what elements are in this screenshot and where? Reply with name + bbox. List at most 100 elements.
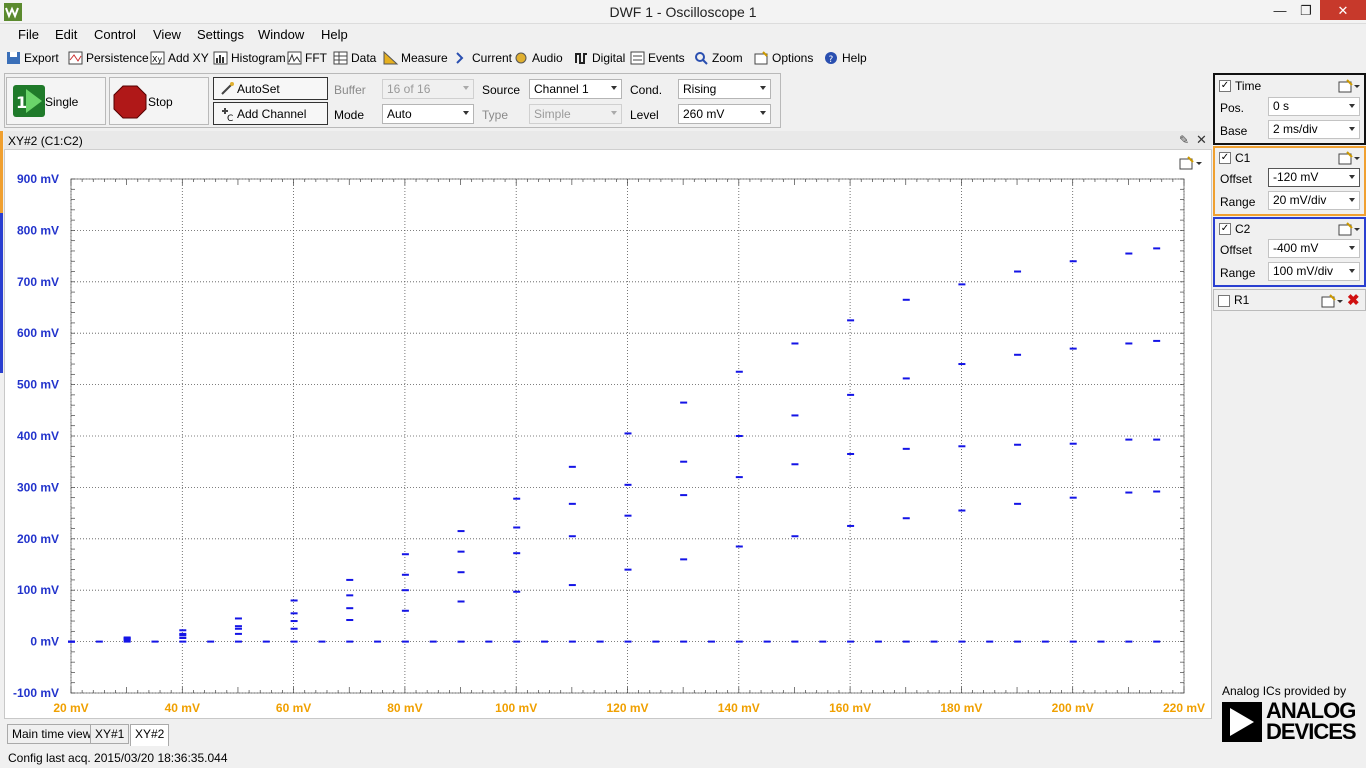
y-tick-label: 400 mV <box>17 429 59 443</box>
y-tick-label: 300 mV <box>17 480 59 494</box>
data-button[interactable]: Data <box>333 51 376 69</box>
minimize-icon[interactable]: — <box>1268 0 1292 22</box>
add-channel-button[interactable]: C Add Channel <box>213 102 328 125</box>
menu-control[interactable]: Control <box>94 27 136 42</box>
add-xy-button[interactable]: Xy Add XY <box>150 51 209 69</box>
histogram-button[interactable]: Histogram <box>213 51 286 69</box>
status-bar: Config last acq. 2015/03/20 18:36:35.044 <box>0 748 1366 768</box>
data-point <box>1014 443 1022 446</box>
remove-icon[interactable]: ✖ <box>1347 291 1360 309</box>
mode-select[interactable]: Auto <box>382 104 474 124</box>
data-point <box>791 640 799 643</box>
menu-window[interactable]: Window <box>258 27 304 42</box>
status-text: Config last acq. 2015/03/20 18:36:35.044 <box>8 751 228 765</box>
time-checkbox[interactable]: ✓ <box>1219 80 1231 92</box>
data-point <box>374 640 382 643</box>
time-base-label: Base <box>1220 124 1248 138</box>
restore-icon[interactable]: ❐ <box>1294 0 1318 22</box>
tab-main-time-view[interactable]: Main time view <box>7 724 97 744</box>
persistence-button[interactable]: Persistence <box>68 51 149 69</box>
close-icon[interactable]: ✕ <box>1196 132 1207 148</box>
c1-offset-label: Offset <box>1220 172 1252 186</box>
r1-checkbox[interactable] <box>1218 295 1230 307</box>
zoom-button[interactable]: Zoom <box>694 51 743 69</box>
help-button[interactable]: ? Help <box>824 51 867 69</box>
options-icon[interactable] <box>1320 293 1346 309</box>
level-input[interactable]: 260 mV <box>678 104 771 124</box>
data-point <box>151 640 159 643</box>
options-icon[interactable] <box>1337 221 1363 237</box>
menu-bar: File Edit Control View Settings Window H… <box>0 24 1366 46</box>
current-button[interactable]: Current <box>454 51 512 69</box>
toolbar: Export Persistence Xy Add XY Histogram FF… <box>0 47 1366 71</box>
data-point <box>1014 353 1022 356</box>
data-point <box>1153 247 1161 250</box>
data-point <box>68 640 75 643</box>
data-point <box>1125 491 1133 494</box>
cond-select[interactable]: Rising <box>678 79 771 99</box>
time-panel: ✓ Time Pos. 0 s Base 2 ms/div <box>1213 73 1366 145</box>
tab-xy1[interactable]: XY#1 <box>90 724 130 744</box>
data-point <box>290 620 298 623</box>
pin-icon[interactable]: ✎ <box>1179 133 1189 147</box>
time-pos-input[interactable]: 0 s <box>1268 97 1360 116</box>
data-point <box>457 530 465 533</box>
y-tick-label: 200 mV <box>17 532 59 546</box>
close-icon[interactable]: ✕ <box>1320 0 1366 20</box>
menu-edit[interactable]: Edit <box>55 27 77 42</box>
c2-checkbox[interactable]: ✓ <box>1219 223 1231 235</box>
data-point <box>624 568 632 571</box>
xy-plot[interactable]: 900 mV 800 mV 700 mV 600 mV 500 mV 400 mV 300 … <box>4 150 1212 718</box>
data-point <box>624 483 632 486</box>
c2-offset-input[interactable]: -400 mV <box>1268 239 1360 258</box>
data-point <box>1125 252 1133 255</box>
x-tick-label: 60 mV <box>276 701 311 715</box>
data-point <box>318 640 326 643</box>
digital-button[interactable]: Digital <box>574 51 625 69</box>
data-point <box>596 640 604 643</box>
data-point <box>847 640 855 643</box>
data-point <box>707 640 715 643</box>
data-point <box>902 447 910 450</box>
x-tick-label: 220 mV <box>1163 701 1205 715</box>
data-point <box>1041 640 1049 643</box>
c1-title: C1 <box>1235 151 1251 165</box>
data-point <box>234 632 242 635</box>
c1-range-input[interactable]: 20 mV/div <box>1268 191 1360 210</box>
data-point <box>568 502 576 505</box>
measure-button[interactable]: Measure <box>383 50 448 69</box>
source-select[interactable]: Channel 1 <box>529 79 622 99</box>
c1-offset-input[interactable]: -120 mV <box>1268 168 1360 187</box>
menu-help[interactable]: Help <box>321 27 348 42</box>
export-button[interactable]: Export <box>6 51 59 69</box>
stop-button[interactable]: Stop <box>109 77 209 125</box>
c2-range-input[interactable]: 100 mV/div <box>1268 262 1360 281</box>
c1-range-label: Range <box>1220 195 1256 209</box>
fft-button[interactable]: FFT <box>287 51 327 69</box>
autoset-button[interactable]: AutoSet <box>213 77 328 100</box>
options-button[interactable]: Options <box>754 51 813 69</box>
menu-settings[interactable]: Settings <box>197 27 244 42</box>
data-point <box>791 463 799 466</box>
menu-view[interactable]: View <box>153 27 181 42</box>
title-bar: DWF 1 - Oscilloscope 1 — ❐ ✕ <box>0 0 1366 24</box>
data-point <box>791 414 799 417</box>
data-point <box>513 590 521 593</box>
data-point <box>735 640 743 643</box>
tab-xy2[interactable]: XY#2 <box>130 724 170 746</box>
events-button[interactable]: Events <box>630 51 685 69</box>
audio-button[interactable]: Audio <box>514 51 563 69</box>
source-label: Source <box>482 83 521 97</box>
menu-file[interactable]: File <box>18 27 39 42</box>
svg-text:1: 1 <box>16 93 27 112</box>
options-icon[interactable] <box>1337 78 1363 94</box>
chevron-down-icon <box>463 111 469 115</box>
single-button[interactable]: 1 Single <box>6 77 106 125</box>
c1-checkbox[interactable]: ✓ <box>1219 152 1231 164</box>
data-point <box>680 494 688 497</box>
data-point <box>1153 490 1161 493</box>
data-point <box>1069 640 1077 643</box>
c2-range-label: Range <box>1220 266 1256 280</box>
options-icon[interactable] <box>1337 150 1363 166</box>
time-base-input[interactable]: 2 ms/div <box>1268 120 1360 139</box>
